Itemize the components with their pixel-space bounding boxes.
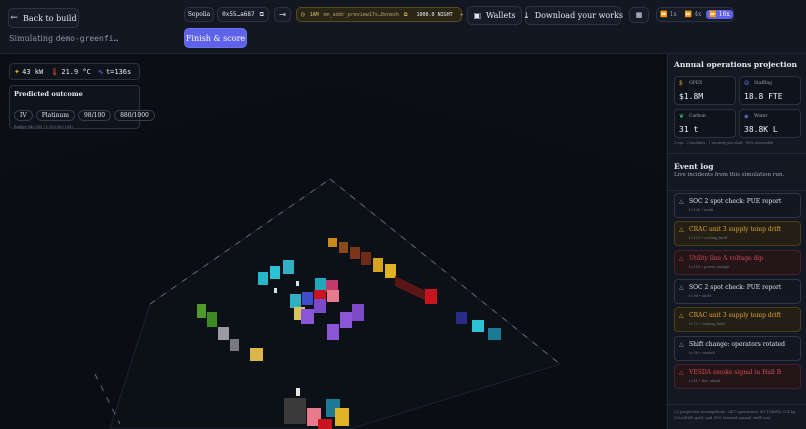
projection-note: 1 ops · 2 facilities · 1 security per sh… [674, 141, 774, 145]
alert-icon: △ [679, 198, 684, 205]
download-icon: ⤓ [522, 11, 530, 20]
points-tag: 880/1000 [114, 110, 155, 121]
predicted-outcome-card: Predicted outcome IV Platinum 98/100 880/10… [9, 85, 155, 129]
wallet-pill[interactable]: ◷ 1AM mn_addr_preview17s…8xnesh ⧉ 1000.0… [296, 7, 463, 22]
outcome-title: Predicted outcome [14, 90, 83, 98]
hud-stats: ✦ 43 kW 🌡 21.9 °C ∿ t=136s [9, 63, 140, 80]
disconnect-button[interactable]: ⇥ [274, 7, 291, 22]
top-bar: ← Back to build Simulating demo-greenfi…… [0, 0, 806, 54]
staffing-metric: ☺ Staffing 18.8 FTE [739, 76, 801, 105]
simulating-label: Simulating demo-greenfi… [9, 34, 119, 43]
event-item[interactable]: △ SOC 2 spot check: PUE report t=136 • aud… [674, 193, 801, 218]
wallet-icon: ▣ [473, 11, 482, 20]
event-item[interactable]: △ Shift change: operators rotated t=58 • c… [674, 336, 801, 361]
alert-icon: △ [679, 369, 684, 376]
speed-controls: ⏩ 1x ⏩ 4x ⏩ 16x [656, 7, 734, 22]
speed-16x[interactable]: ⏩ 16x [706, 10, 733, 19]
rating-tag: Platinum [35, 110, 75, 121]
copy-icon[interactable]: ⧉ [404, 12, 408, 18]
simulation-viewport[interactable]: ✦ 43 kW 🌡 21.9 °C ∿ t=136s Predicted out… [0, 54, 666, 429]
server-button[interactable]: ▦ [629, 7, 649, 23]
copy-icon[interactable]: ⧉ [260, 11, 264, 19]
budget-text: Budget 840,500 / 1,920,000 USD [14, 125, 73, 129]
arrow-left-icon: ← [10, 13, 18, 23]
server-icon: ▦ [635, 11, 643, 19]
back-button[interactable]: ← Back to build [8, 8, 79, 28]
download-button[interactable]: ⤓ Download your works [522, 6, 623, 25]
outcome-tags: IV Platinum 98/100 880/1000 [14, 102, 155, 121]
event-list[interactable]: △ SOC 2 spot check: PUE report t=136 • aud… [668, 190, 806, 400]
address-badge[interactable]: 0x55…a687 ⧉ [217, 7, 269, 22]
power-icon: ✦ [14, 67, 20, 76]
wallet-balance: 1000.0 NIGHT [416, 11, 453, 18]
alert-icon: △ [679, 284, 684, 291]
side-panel: Annual operations projection $ OPEX $1.8… [667, 54, 806, 429]
score-tag: 98/100 [77, 110, 112, 121]
alert-icon: △ [679, 341, 684, 348]
network-badge[interactable]: Sepolia [184, 7, 214, 22]
dollar-icon: $ [679, 80, 683, 87]
temperature-value: 21.9 °C [61, 67, 91, 76]
simulation-name: demo-greenfi… [55, 34, 119, 43]
tier-tag: IV [14, 110, 33, 121]
wallet-badge: 1AM [309, 11, 319, 18]
event-item[interactable]: △ VESDA smoke signal in Hall Bt=41 • fire… [674, 364, 801, 389]
wallets-button[interactable]: ▣ Wallets [467, 6, 522, 25]
power-value: 43 kW [22, 67, 44, 76]
droplet-icon: ◈ [744, 113, 749, 120]
water-metric: ◈ Water 38.8K L [739, 109, 801, 138]
activity-icon: ∿ [97, 67, 104, 76]
finish-score-button[interactable]: Finish & score [184, 28, 247, 48]
event-log-title: Event log [674, 162, 714, 171]
event-item[interactable]: △ Utility line A voltage dip t=118 • power… [674, 250, 801, 275]
event-item[interactable]: △ CRAC unit 3 supply temp drift t=129 • co… [674, 221, 801, 246]
opex-metric: $ OPEX $1.8M [674, 76, 736, 105]
projection-title: Annual operations projection [674, 60, 797, 69]
time-value: t=136s [105, 67, 132, 76]
event-log-subtitle: Live incidents from this simulation run. [674, 172, 785, 178]
thermometer-icon: 🌡 [50, 67, 60, 76]
carbon-metric: ❦ Carbon 31 t [674, 109, 736, 138]
people-icon: ☺ [744, 80, 750, 87]
event-item[interactable]: △ CRAC unit 3 supply temp drift t=72 • coo… [674, 307, 801, 332]
speed-4x[interactable]: ⏩ 4x [682, 11, 705, 18]
logout-icon[interactable]: ⇥ [460, 12, 463, 18]
clock-icon: ◷ [301, 11, 305, 18]
alert-icon: △ [679, 226, 684, 233]
alert-icon: △ [679, 255, 684, 262]
speed-1x[interactable]: ⏩ 1x [657, 11, 680, 18]
alert-icon: △ [679, 312, 684, 319]
event-item[interactable]: △ SOC 2 spot check: PUE report t=96 • audi… [674, 279, 801, 304]
logout-icon: ⇥ [279, 10, 286, 19]
leaf-icon: ❦ [679, 113, 685, 120]
wallet-id: mn_addr_preview17s…8xnesh [323, 11, 399, 18]
projection-footer: L2 projection assumptions: 24/7 operatio… [674, 409, 796, 420]
